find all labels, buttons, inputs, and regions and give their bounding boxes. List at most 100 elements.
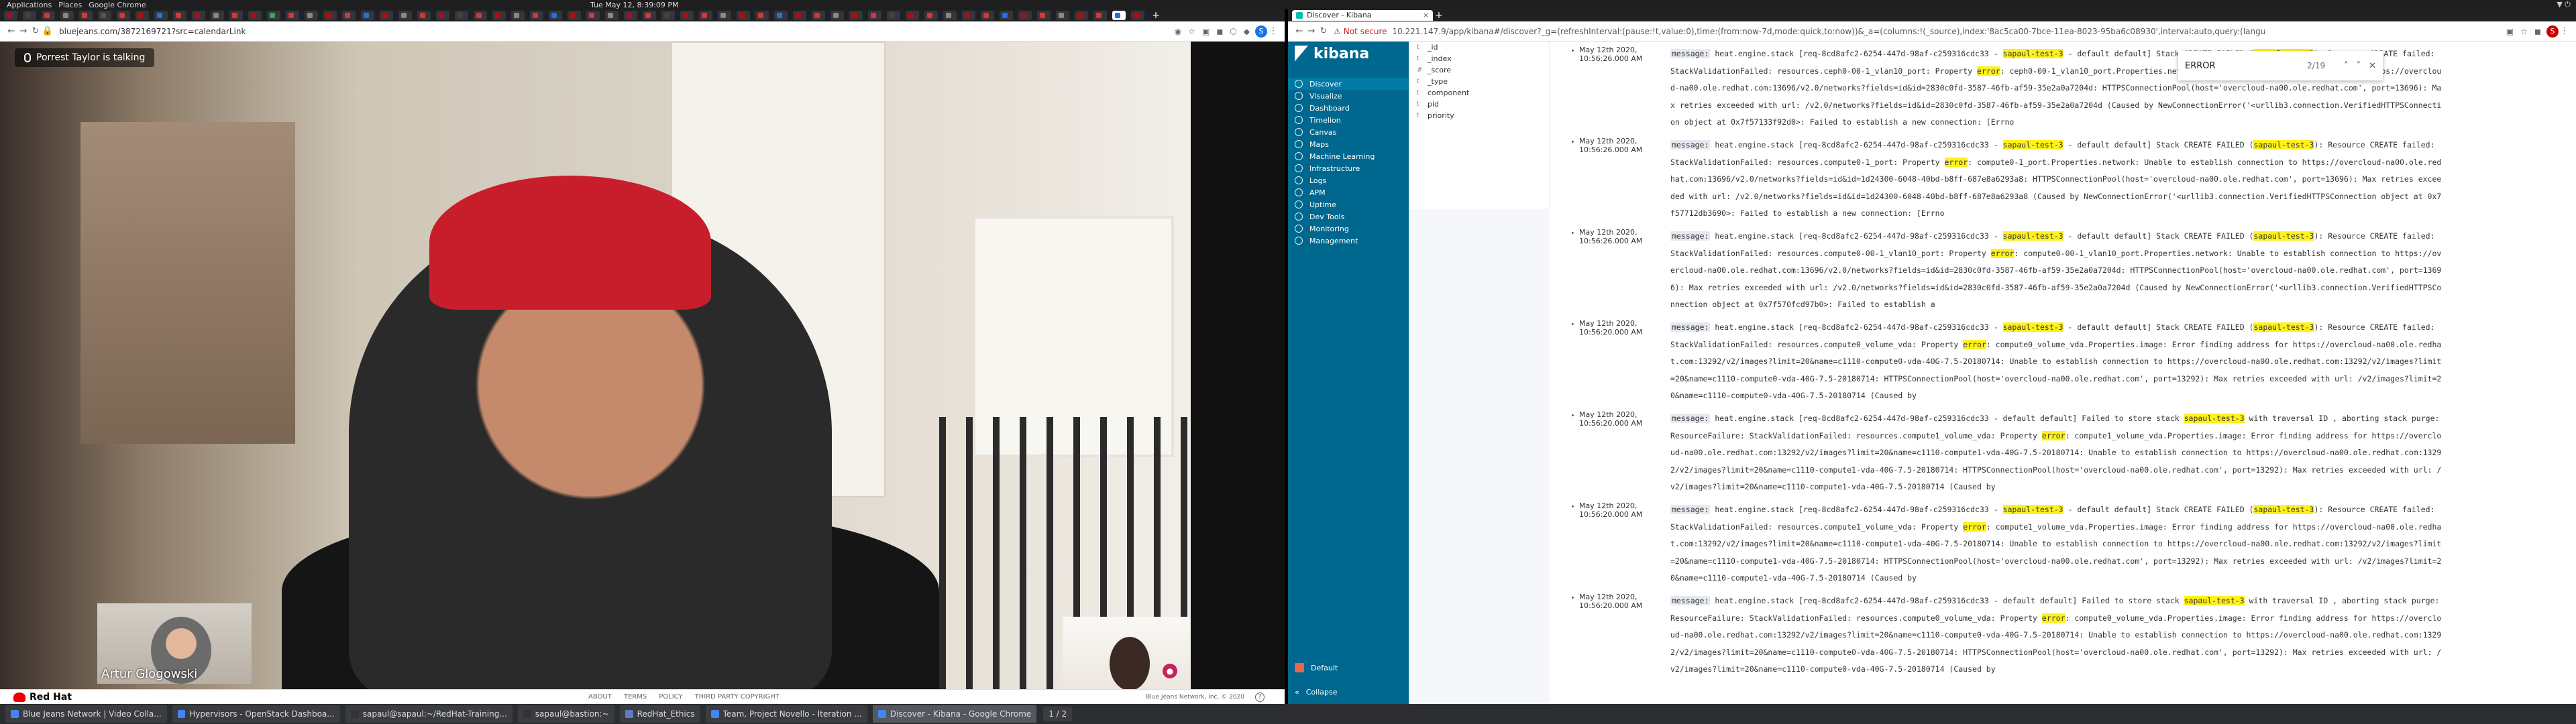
browser-tab[interactable] — [849, 11, 863, 20]
browser-tab[interactable] — [4, 11, 17, 20]
nav-machine-learning[interactable]: Machine Learning — [1288, 150, 1409, 162]
footer-link-about[interactable]: ABOUT — [588, 693, 612, 701]
browser-tab[interactable] — [474, 11, 487, 20]
browser-tab[interactable] — [1131, 11, 1144, 20]
expand-icon[interactable]: ▸ — [1571, 47, 1575, 54]
browser-tab[interactable] — [229, 11, 243, 20]
document-row[interactable]: ▸ May 12th 2020, 10:56:26.000 AM message… — [1570, 133, 2576, 224]
taskbar-item-novello[interactable]: Team, Project Novello - Iteration ... — [705, 705, 867, 723]
places-menu[interactable]: Places — [58, 1, 82, 9]
browser-tab[interactable] — [361, 11, 374, 20]
browser-tab[interactable] — [98, 11, 111, 20]
document-row[interactable]: ▸ May 12th 2020, 10:56:26.000 AM message… — [1570, 224, 2576, 315]
star-icon[interactable]: ☆ — [2520, 27, 2528, 36]
browser-tab[interactable] — [1093, 11, 1107, 20]
browser-tab[interactable] — [1000, 11, 1013, 20]
browser-tab[interactable] — [79, 11, 93, 20]
address-bar[interactable]: 10.221.147.9/app/kibana#/discover?_g=(re… — [1393, 27, 2265, 36]
nav-visualize[interactable]: Visualize — [1288, 90, 1409, 102]
browser-tab[interactable] — [286, 11, 299, 20]
chrome-menu[interactable]: Google Chrome — [89, 1, 146, 9]
browser-tab[interactable] — [624, 11, 637, 20]
browser-tab[interactable] — [267, 11, 280, 20]
field-item[interactable]: t _index — [1409, 53, 1549, 64]
nav-dashboard[interactable]: Dashboard — [1288, 102, 1409, 114]
browser-tab[interactable] — [173, 11, 186, 20]
back-icon[interactable]: ← — [1293, 26, 1305, 36]
document-row[interactable]: ▸ May 12th 2020, 10:56:20.000 AM message… — [1570, 315, 2576, 406]
browser-tab[interactable] — [793, 11, 806, 20]
browser-tab[interactable] — [248, 11, 262, 20]
browser-tab[interactable] — [943, 11, 957, 20]
browser-tab[interactable] — [117, 11, 130, 20]
workspace-pager[interactable]: 1 / 2 — [1043, 707, 1073, 721]
browser-tab[interactable] — [699, 11, 712, 20]
browser-tab[interactable] — [211, 11, 224, 20]
browser-tab[interactable] — [1056, 11, 1069, 20]
browser-tab[interactable] — [455, 11, 468, 20]
help-icon[interactable]: ? — [1255, 692, 1265, 702]
extension-icon[interactable]: ◼ — [2534, 27, 2541, 36]
browser-tab[interactable] — [60, 11, 74, 20]
find-input[interactable]: ERROR — [2185, 61, 2216, 71]
browser-tab[interactable] — [586, 11, 600, 20]
find-next-icon[interactable]: ˅ — [2357, 61, 2361, 71]
document-row[interactable]: ▸ May 12th 2020, 10:56:20.000 AM message… — [1570, 497, 2576, 589]
footer-link-policy[interactable]: POLICY — [659, 693, 682, 701]
reload-icon[interactable]: ↻ — [30, 26, 42, 36]
forward-icon[interactable]: → — [1305, 26, 1318, 36]
browser-tab[interactable] — [380, 11, 393, 20]
find-prev-icon[interactable]: ˄ — [2344, 61, 2349, 71]
browser-tab[interactable] — [530, 11, 543, 20]
browser-tab[interactable] — [643, 11, 656, 20]
nav-canvas[interactable]: Canvas — [1288, 126, 1409, 138]
browser-tab[interactable] — [511, 11, 525, 20]
browser-tab[interactable] — [1037, 11, 1051, 20]
expand-icon[interactable]: ▸ — [1571, 412, 1575, 419]
browser-tab[interactable] — [605, 11, 619, 20]
field-item[interactable]: t pid — [1409, 99, 1549, 110]
menu-icon[interactable]: ⋮ — [1267, 26, 1279, 36]
extension-icon[interactable]: ▣ — [2506, 27, 2514, 36]
nav-infrastructure[interactable]: Infrastructure — [1288, 162, 1409, 174]
close-tab-icon[interactable]: × — [1423, 10, 1429, 21]
browser-tab[interactable] — [1075, 11, 1088, 20]
profile-avatar[interactable]: S — [2546, 25, 2559, 38]
taskbar-item-ethics[interactable]: RedHat_Ethics — [619, 705, 700, 723]
not-secure-label[interactable]: Not secure — [1344, 27, 1387, 36]
extension-icon[interactable]: ⬡ — [1230, 27, 1236, 36]
active-browser-tab[interactable] — [1112, 11, 1126, 20]
warning-icon[interactable]: ⚠ — [1334, 27, 1341, 36]
extension-icon[interactable]: ▣ — [1202, 27, 1210, 36]
nav-monitoring[interactable]: Monitoring — [1288, 223, 1409, 235]
profile-avatar[interactable]: S — [1255, 25, 1267, 38]
browser-tab[interactable] — [23, 11, 36, 20]
footer-link-copyright[interactable]: THIRD PARTY COPYRIGHT — [695, 693, 780, 701]
browser-tab[interactable] — [42, 11, 55, 20]
nav-logs[interactable]: Logs — [1288, 174, 1409, 186]
browser-tab[interactable] — [812, 11, 825, 20]
taskbar-item-kibana[interactable]: Discover - Kibana - Google Chrome — [872, 705, 1037, 723]
menu-icon[interactable]: ⋮ — [2559, 26, 2571, 36]
browser-tab[interactable] — [661, 11, 675, 20]
expand-icon[interactable]: ▸ — [1571, 503, 1575, 510]
browser-tab[interactable] — [549, 11, 562, 20]
star-icon[interactable]: ☆ — [1188, 27, 1195, 36]
field-item[interactable]: t priority — [1409, 110, 1549, 121]
expand-icon[interactable]: ▸ — [1571, 320, 1575, 328]
browser-tab[interactable] — [1018, 11, 1032, 20]
document-row[interactable]: ▸ May 12th 2020, 10:56:20.000 AM message… — [1570, 589, 2576, 680]
expand-icon[interactable]: ▸ — [1571, 138, 1575, 145]
browser-tab[interactable] — [924, 11, 938, 20]
nav-uptime[interactable]: Uptime — [1288, 198, 1409, 210]
browser-tab[interactable] — [887, 11, 900, 20]
active-tab-kibana[interactable]: Discover - Kibana × — [1292, 10, 1433, 21]
browser-tab[interactable] — [492, 11, 506, 20]
browser-tab[interactable] — [305, 11, 318, 20]
reload-icon[interactable]: ↻ — [1318, 26, 1330, 36]
field-item[interactable]: t component — [1409, 87, 1549, 99]
field-item[interactable]: # _score — [1409, 64, 1549, 76]
system-tray-icons[interactable]: ▼ ⏻ — [2557, 0, 2571, 9]
browser-tab[interactable] — [680, 11, 694, 20]
participant-thumbnail[interactable]: Artur Glogowski — [97, 603, 252, 684]
